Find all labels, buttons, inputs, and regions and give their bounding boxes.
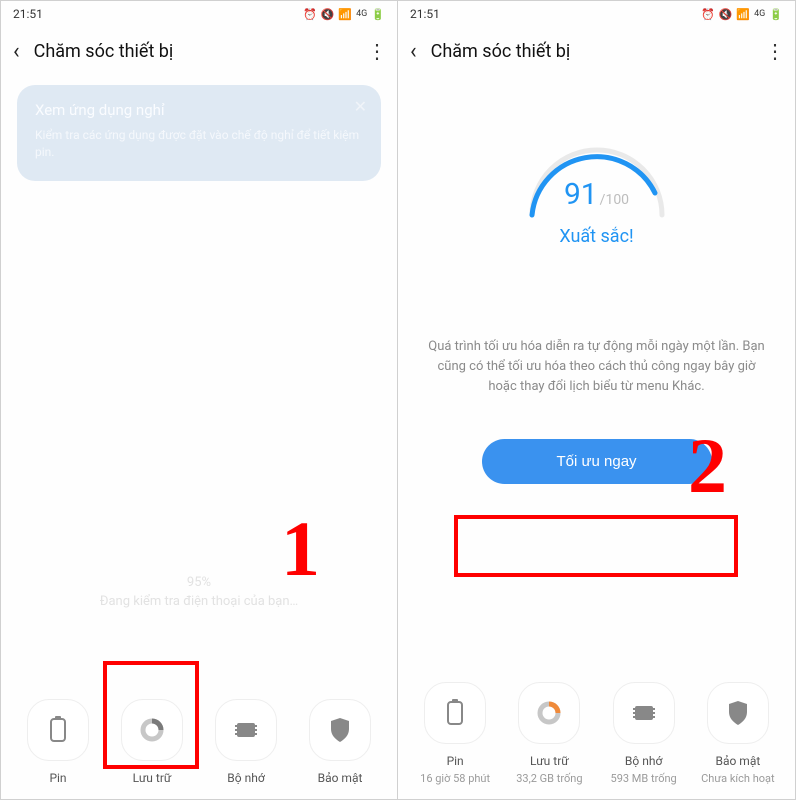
page-title: Chăm sóc thiết bị: [431, 41, 751, 62]
tile-storage-sub: 33,2 GB trống: [516, 772, 582, 785]
tile-memory-sub: 593 MB trống: [611, 772, 677, 785]
phone-screenshot-1: 21:51 ⏰ 🔇 📶 4G 🔋 ‹ Chăm sóc thiết bị ⋮ X…: [0, 0, 398, 800]
back-icon[interactable]: ‹: [13, 39, 20, 64]
tile-battery-label: Pin: [49, 771, 66, 785]
signal-icon: 📶: [736, 9, 750, 20]
tile-storage[interactable]: Lưu trữ 33,2 GB trống: [505, 682, 593, 785]
info-card-sleeping-apps[interactable]: Xem ứng dụng nghỉ Kiểm tra các ứng dụng …: [17, 85, 381, 181]
appbar: ‹ Chăm sóc thiết bị ⋮: [1, 27, 397, 75]
checking-text: Đang kiểm tra điện thoại của bạn…: [1, 594, 397, 609]
tile-security-sub: Chưa kích hoạt: [701, 772, 775, 785]
alarm-icon: ⏰: [303, 9, 317, 20]
tile-memory-label: Bộ nhớ: [625, 754, 662, 768]
info-card-desc: Kiểm tra các ứng dụng được đặt vào chế đ…: [35, 127, 363, 161]
battery-icon: [27, 699, 89, 761]
overflow-menu-icon[interactable]: ⋮: [367, 39, 385, 63]
bottom-tiles: Pin Lưu trữ Bộ nhớ Bảo mật: [1, 699, 397, 785]
score-gauge: 91/100 Xuất sắc!: [398, 125, 795, 247]
appbar: ‹ Chăm sóc thiết bị ⋮: [398, 27, 795, 75]
tile-security[interactable]: Bảo mật: [296, 699, 384, 785]
tile-battery-label: Pin: [447, 754, 464, 768]
donut-chart-icon: [518, 682, 580, 744]
status-icons-right: ⏰ 🔇 📶 4G 🔋: [303, 9, 385, 20]
battery-icon: 🔋: [371, 9, 385, 20]
mute-icon: 🔇: [719, 9, 733, 20]
tile-security-label: Bảo mật: [715, 754, 760, 768]
tile-security[interactable]: Bảo mật Chưa kích hoạt: [694, 682, 782, 785]
tile-memory[interactable]: Bộ nhớ: [202, 699, 290, 785]
phone-screenshot-2: 21:51 ⏰ 🔇 📶 4G 🔋 ‹ Chăm sóc thiết bị ⋮ 9…: [398, 0, 796, 800]
annotation-box-2: [454, 515, 738, 577]
battery-icon: 🔋: [769, 9, 783, 20]
close-icon[interactable]: ✕: [354, 97, 367, 116]
network-4g-icon: 4G: [754, 10, 765, 19]
mute-icon: 🔇: [321, 9, 335, 20]
tile-security-label: Bảo mật: [318, 771, 363, 785]
battery-icon: [424, 682, 486, 744]
chip-icon: [215, 699, 277, 761]
tile-battery[interactable]: Pin: [14, 699, 102, 785]
checking-percent: 95%: [1, 575, 397, 590]
status-time: 21:51: [410, 7, 440, 21]
bottom-tiles: Pin 16 giờ 58 phút Lưu trữ 33,2 GB trống…: [398, 682, 795, 785]
shield-icon: [309, 699, 371, 761]
network-4g-icon: 4G: [356, 10, 367, 19]
checking-status: 95% Đang kiểm tra điện thoại của bạn…: [1, 575, 397, 609]
tile-battery[interactable]: Pin 16 giờ 58 phút: [411, 682, 499, 785]
shield-icon: [707, 682, 769, 744]
overflow-menu-icon[interactable]: ⋮: [765, 39, 783, 63]
chip-icon: [613, 682, 675, 744]
tile-battery-sub: 16 giờ 58 phút: [420, 772, 490, 785]
tile-storage-label: Lưu trữ: [133, 771, 172, 785]
alarm-icon: ⏰: [701, 9, 715, 20]
tile-storage[interactable]: Lưu trữ: [108, 699, 196, 785]
score-value: 91: [564, 177, 598, 212]
tile-memory[interactable]: Bộ nhớ 593 MB trống: [600, 682, 688, 785]
optimize-now-button[interactable]: Tối ưu ngay: [482, 439, 712, 484]
info-card-title: Xem ứng dụng nghỉ: [35, 101, 363, 119]
back-icon[interactable]: ‹: [410, 39, 417, 64]
donut-chart-icon: [121, 699, 183, 761]
optimization-description: Quá trình tối ưu hóa diễn ra tự động mỗi…: [398, 337, 795, 397]
page-title: Chăm sóc thiết bị: [34, 41, 353, 62]
score-label: Xuất sắc!: [398, 226, 795, 247]
tile-memory-label: Bộ nhớ: [227, 771, 264, 785]
status-icons-right: ⏰ 🔇 📶 4G 🔋: [701, 9, 783, 20]
score-max: /100: [600, 192, 629, 208]
signal-icon: 📶: [338, 9, 352, 20]
tile-storage-label: Lưu trữ: [530, 754, 569, 768]
statusbar: 21:51 ⏰ 🔇 📶 4G 🔋: [1, 1, 397, 27]
status-time: 21:51: [13, 7, 43, 21]
statusbar: 21:51 ⏰ 🔇 📶 4G 🔋: [398, 1, 795, 27]
